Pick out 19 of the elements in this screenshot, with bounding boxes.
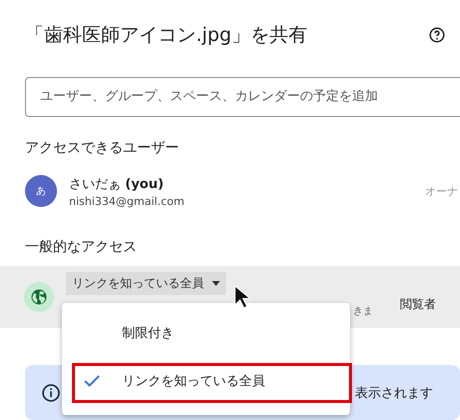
user-name: さいだぁ (you) — [69, 176, 165, 193]
add-people-field[interactable]: ユーザー、グループ、スペース、カレンダーの予定を追加 — [25, 77, 460, 117]
banner-text: 表示されます — [355, 384, 433, 402]
user-avatar: あ — [25, 175, 57, 208]
section-heading: 一般的なアクセス — [25, 238, 138, 256]
caret-icon — [212, 280, 220, 286]
menu-item[interactable]: 制限付き — [62, 309, 350, 357]
user-email: nishi334@gmail.com — [69, 194, 186, 208]
dialog-title: 「歯科医師アイコン.jpg」を共有 — [25, 22, 308, 48]
access-scope-dropdown[interactable]: リンクを知っている全員 — [66, 272, 226, 295]
access-description: きま — [353, 304, 373, 318]
role-label: オーナ — [425, 184, 458, 199]
menu-item[interactable]: リンクを知っている全員 — [62, 357, 350, 405]
help-icon[interactable] — [428, 26, 446, 44]
check-icon — [84, 375, 100, 387]
info-icon — [41, 382, 61, 403]
globe-icon — [30, 288, 48, 306]
section-heading: アクセスできるユーザー — [25, 138, 180, 157]
role-dropdown[interactable]: 閲覧者 — [400, 296, 436, 313]
